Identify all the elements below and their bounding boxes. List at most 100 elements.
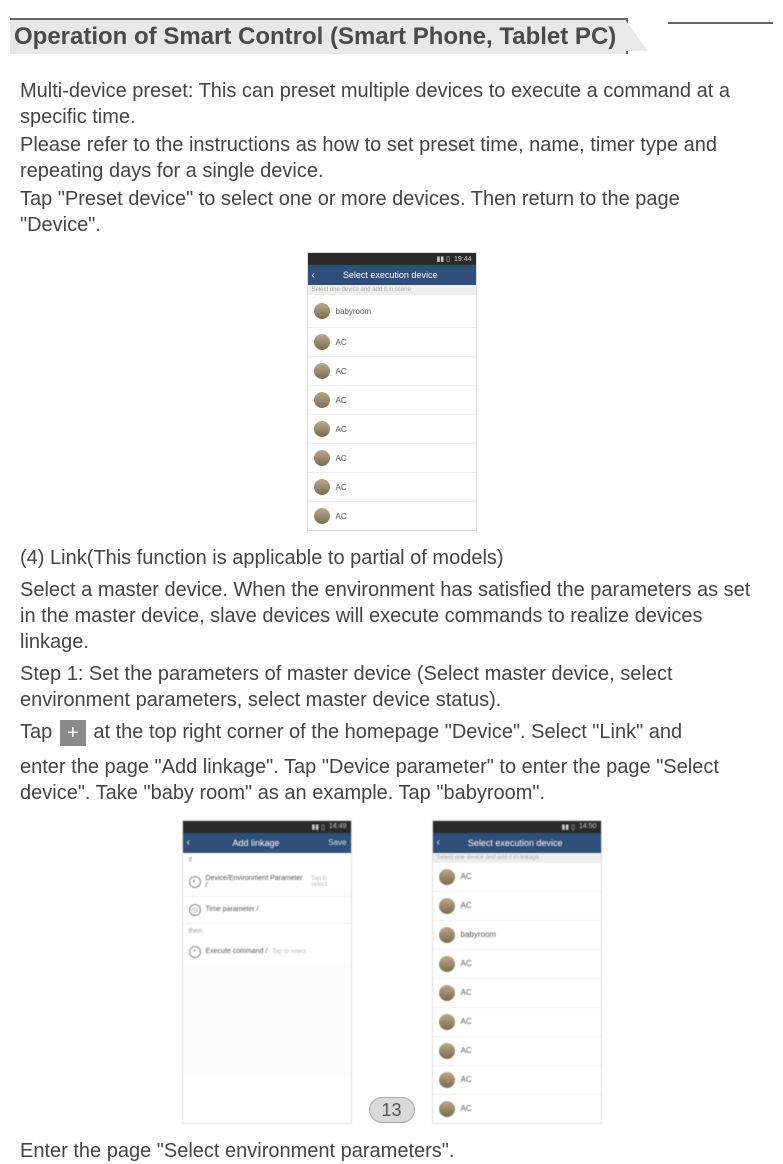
item-label: AC: [336, 425, 347, 434]
title-decoration: [626, 21, 648, 51]
item-label: AC: [461, 1075, 472, 1084]
screenshot-select-device-2: ▮▮ ▯ 14:50 ‹ Select execution device Sel…: [432, 820, 602, 1124]
item-label: babyroom: [336, 307, 372, 316]
row-label: Execute command /: [206, 948, 268, 955]
screenshot-row-2: ▮▮ ▯ 14:49 ‹ Add linkage Save if ◐ Devic…: [20, 820, 763, 1124]
paragraph-3: Tap "Preset device" to select one or mor…: [20, 186, 763, 238]
device-icon: [314, 421, 330, 437]
item-label: AC: [461, 988, 472, 997]
item-label: AC: [336, 512, 347, 521]
screenshot-row-1: ▮▮ ▯ 19:44 ‹ Select execution device Sel…: [20, 252, 763, 531]
status-bar: ▮▮ ▯ 14:49: [183, 821, 351, 833]
time-param-row: ◷ Time parameter /: [183, 897, 351, 924]
status-time: 14:49: [329, 823, 347, 830]
item-label: AC: [336, 396, 347, 405]
list-item: AC: [308, 415, 476, 444]
item-label: AC: [461, 872, 472, 881]
hint: Tap to select: [272, 949, 306, 955]
paragraph-9: Enter the page "Select environment param…: [20, 1138, 763, 1164]
p7-part-a: Tap: [20, 721, 58, 743]
list-item: babyroom: [308, 295, 476, 328]
page-title-bar: Operation of Smart Control (Smart Phone,…: [10, 18, 773, 54]
globe-icon: ◐: [189, 876, 201, 888]
header-title: Add linkage: [184, 838, 328, 848]
header-title: Select execution device: [309, 270, 472, 280]
hint: Tap to select: [311, 876, 344, 888]
signal-icon: ▮▮ ▯: [561, 823, 575, 831]
blank-area: [183, 965, 351, 1075]
device-icon: [314, 392, 330, 408]
app-header: ‹ Add linkage Save: [183, 833, 351, 853]
device-icon: [439, 1072, 455, 1088]
device-param-row: ◐ Device/Environment Parameter / Tap to …: [183, 868, 351, 897]
status-bar: ▮▮ ▯ 14:50: [433, 821, 601, 833]
list-item: AC: [433, 892, 601, 921]
device-icon: [439, 869, 455, 885]
screenshot-add-linkage: ▮▮ ▯ 14:49 ‹ Add linkage Save if ◐ Devic…: [182, 820, 352, 1124]
p7-part-b: at the top right corner of the homepage …: [93, 721, 682, 743]
item-label: AC: [461, 1017, 472, 1026]
device-icon: [314, 450, 330, 466]
device-icon: [439, 985, 455, 1001]
device-icon: [439, 1014, 455, 1030]
header-title: Select execution device: [434, 838, 597, 848]
paragraph-8: enter the page "Add linkage". Tap "Devic…: [20, 754, 763, 806]
title-rule: [668, 22, 773, 24]
status-bar: ▮▮ ▯ 19:44: [308, 253, 476, 265]
list-item: AC: [433, 950, 601, 979]
cmd-icon: •: [189, 946, 201, 958]
signal-icon: ▮▮ ▯: [436, 255, 450, 263]
list-item: AC: [433, 1095, 601, 1123]
list-item: AC: [308, 444, 476, 473]
execute-command-row: • Execute command / Tap to select: [183, 939, 351, 965]
screenshot-select-device: ▮▮ ▯ 19:44 ‹ Select execution device Sel…: [307, 252, 477, 531]
item-label: babyroom: [461, 930, 497, 939]
item-label: AC: [461, 1104, 472, 1113]
list-item: AC: [433, 863, 601, 892]
device-icon: [314, 508, 330, 524]
header-subtitle: Select one device and add it in linkage: [433, 853, 601, 863]
item-label: AC: [336, 338, 347, 347]
paragraph-6: Step 1: Set the parameters of master dev…: [20, 661, 763, 713]
list-item: AC: [433, 1008, 601, 1037]
item-label: AC: [336, 483, 347, 492]
header-subtitle: Select one device and add it in scene: [308, 285, 476, 295]
list-item: AC: [433, 979, 601, 1008]
list-item: AC: [308, 328, 476, 357]
device-icon: [439, 898, 455, 914]
row-label: Time parameter /: [206, 906, 259, 913]
device-icon: [439, 1043, 455, 1059]
paragraph-4: (4) Link(This function is applicable to …: [20, 545, 763, 571]
app-header: ‹ Select execution device: [433, 833, 601, 853]
item-label: AC: [336, 367, 347, 376]
plus-icon: +: [60, 720, 86, 746]
list-item: AC: [308, 357, 476, 386]
item-label: AC: [461, 959, 472, 968]
item-label: AC: [336, 454, 347, 463]
status-time: 19:44: [454, 256, 472, 263]
device-icon: [439, 1101, 455, 1117]
device-icon: [314, 363, 330, 379]
list-item: AC: [433, 1066, 601, 1095]
list-item: AC: [308, 473, 476, 502]
paragraph-1: Multi-device preset: This can preset mul…: [20, 78, 763, 130]
list-item: babyroom: [433, 921, 601, 950]
device-icon: [314, 334, 330, 350]
if-label: if: [183, 853, 351, 868]
page-title: Operation of Smart Control (Smart Phone,…: [10, 18, 628, 54]
row-label: Device/Environment Parameter /: [206, 875, 307, 889]
device-icon: [314, 303, 330, 319]
clock-icon: ◷: [189, 904, 201, 916]
list-item: AC: [433, 1037, 601, 1066]
device-icon: [439, 956, 455, 972]
device-icon: [439, 927, 455, 943]
list-item: AC: [308, 502, 476, 530]
item-label: AC: [461, 901, 472, 910]
then-label: then: [183, 924, 351, 939]
list-item: AC: [308, 386, 476, 415]
main-content: Multi-device preset: This can preset mul…: [10, 78, 773, 1164]
paragraph-7: Tap + at the top right corner of the hom…: [20, 719, 763, 746]
signal-icon: ▮▮ ▯: [311, 823, 325, 831]
status-time: 14:50: [579, 823, 597, 830]
item-label: AC: [461, 1046, 472, 1055]
